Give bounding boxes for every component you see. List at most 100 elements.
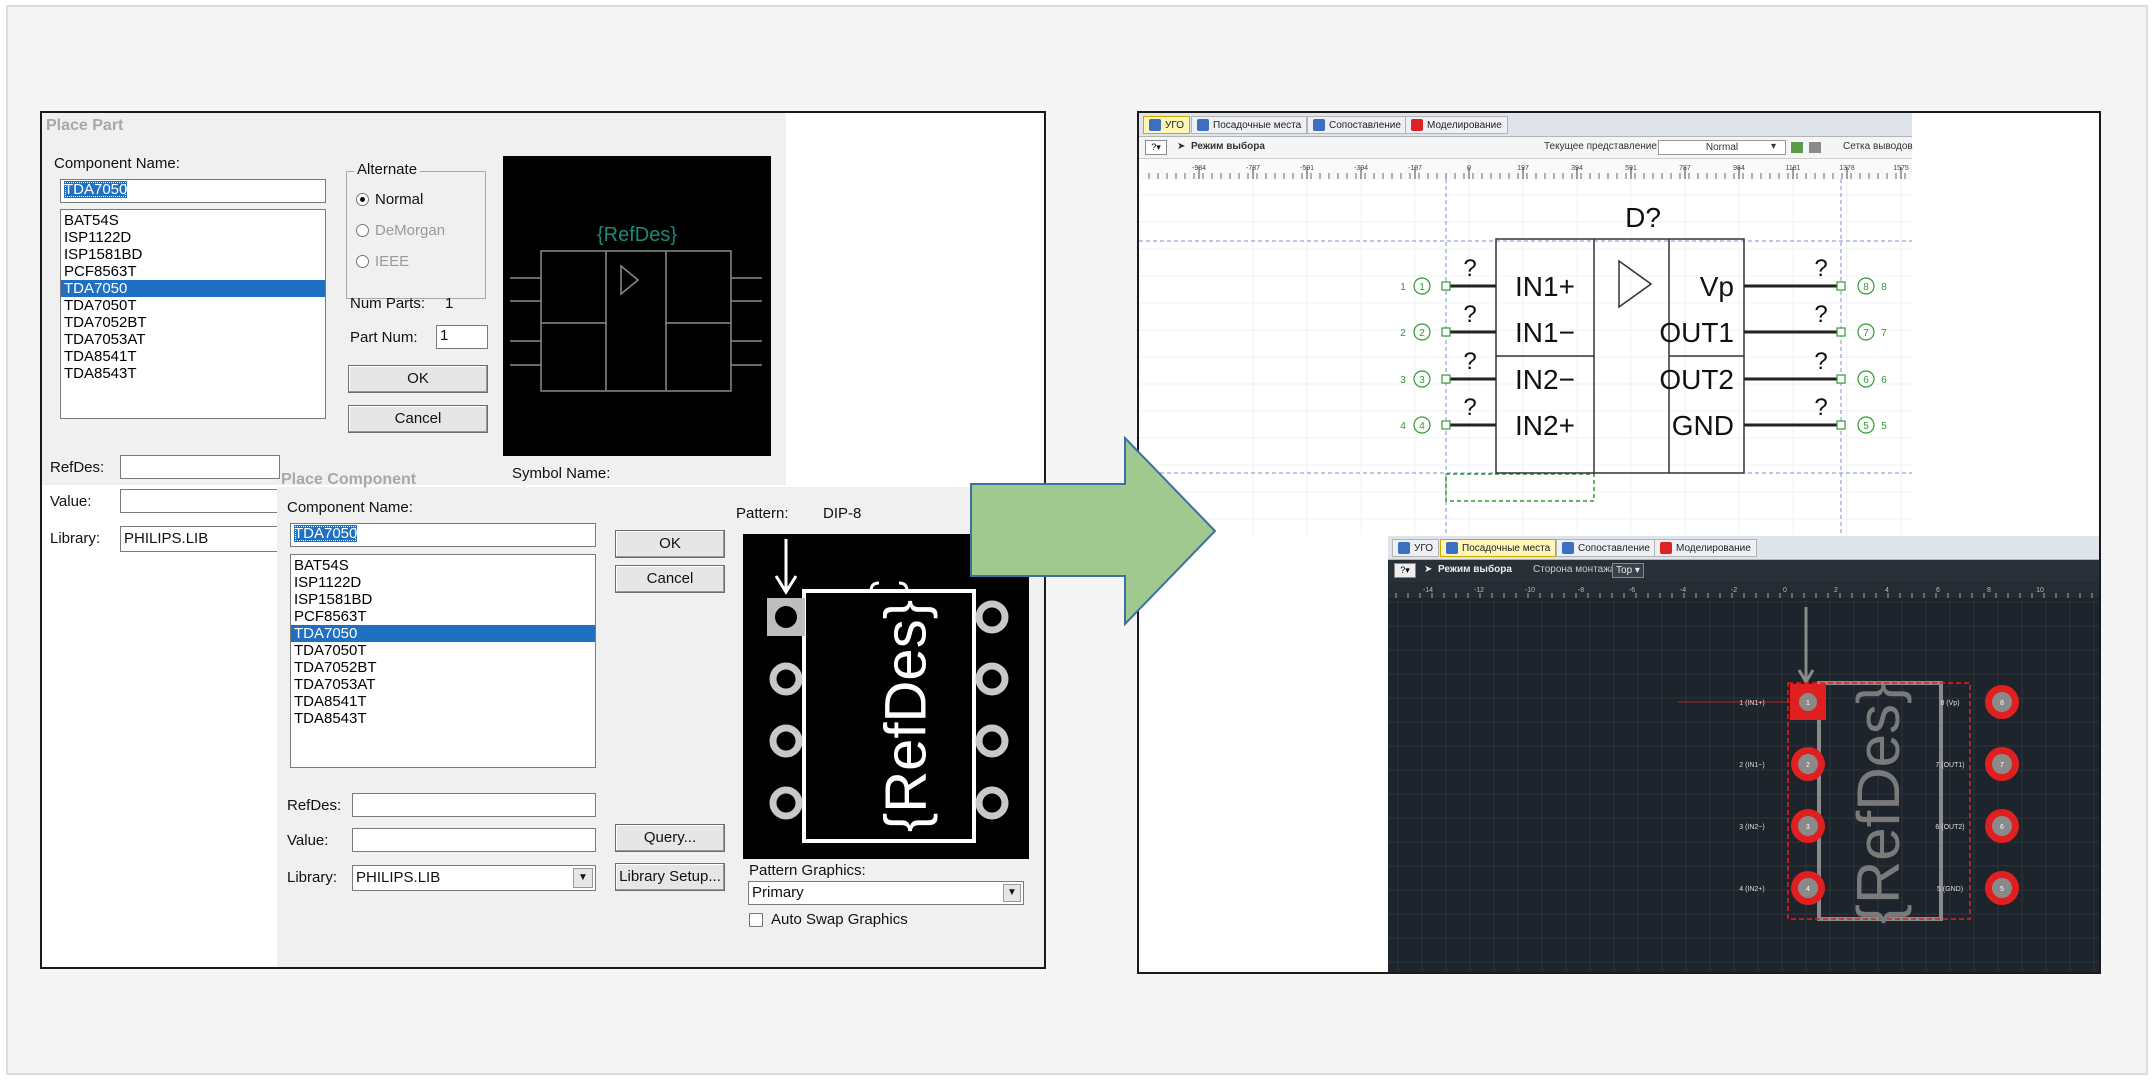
pin-number: 4 <box>1400 421 1406 432</box>
pp-list-item[interactable]: TDA7050T <box>61 297 325 314</box>
footprint-canvas[interactable]: -14 -12 -10 -8 -6 -4 -2 0 2 4 6 8 10 {RefDes} 1 1 (IN… <box>1388 582 2101 974</box>
view-dropdown-chevron-icon[interactable]: ▾ <box>1771 141 1776 152</box>
library-label: Library: <box>50 530 101 547</box>
pc-library-label: Library: <box>287 869 338 886</box>
fp-ruler-tick-label: -14 <box>1423 587 1433 594</box>
place-part-dialog: Place Part Component Name: TDA7050 BAT54… <box>42 113 786 485</box>
pc-value-input[interactable] <box>352 828 596 852</box>
mapping-tab-icon <box>1562 542 1574 554</box>
pc-list-item[interactable]: BAT54S <box>291 557 595 574</box>
pc-list-item[interactable]: TDA8541T <box>291 693 595 710</box>
cancel-button[interactable]: Cancel <box>348 405 488 433</box>
pin-number: 8 <box>1881 282 1887 293</box>
refdes-input[interactable] <box>120 455 280 479</box>
pc-cancel-button[interactable]: Cancel <box>615 565 725 593</box>
part-num-input[interactable]: 1 <box>436 325 488 349</box>
chevron-down-icon[interactable]: ▼ <box>573 868 593 888</box>
symbol-pins: 1 1? IN1+ 2 2? IN1− 3 3? IN2− 4 4? IN2+ 8 8? Vp 7 7? OUT1… <box>1400 255 1887 441</box>
transition-arrow-icon <box>970 436 1217 626</box>
pp-list-item[interactable]: PCF8563T <box>61 263 325 280</box>
chevron-down-icon[interactable]: ▼ <box>1003 884 1021 902</box>
tab-simulation[interactable]: Моделирование <box>1405 116 1508 134</box>
pointer-icon[interactable]: ➤ <box>1424 564 1432 575</box>
auto-swap-checkbox[interactable]: Auto Swap Graphics <box>749 911 908 928</box>
pc-component-name-input[interactable]: TDA7050 <box>290 523 596 547</box>
symbol-grid <box>1139 179 1912 535</box>
pp-list-item[interactable]: TDA7052BT <box>61 314 325 331</box>
pp-list-item[interactable]: BAT54S <box>61 212 325 229</box>
pp-list-item[interactable]: ISP1581BD <box>61 246 325 263</box>
pc-list-item[interactable]: TDA7050T <box>291 642 595 659</box>
fp-pad-label: 3 (IN2−) <box>1739 824 1764 831</box>
pc-list-item[interactable]: PCF8563T <box>291 608 595 625</box>
add-view-icon[interactable] <box>1791 142 1803 153</box>
fp-ruler-tick-label: 4 <box>1885 587 1889 594</box>
fp-tab-footprints[interactable]: Посадочные места <box>1440 539 1557 557</box>
ruler-tick-label: -984 <box>1192 165 1206 172</box>
footprint-editor: УГО Посадочные места Сопоставление Модел… <box>1388 536 2101 974</box>
library-setup-button[interactable]: Library Setup... <box>615 863 725 891</box>
pin-number: 1 <box>1400 282 1406 293</box>
fp-tab-ugo[interactable]: УГО <box>1392 539 1439 557</box>
help-icon[interactable]: ?▾ <box>1145 140 1167 155</box>
left-screenshot-panel: Place Part Component Name: TDA7050 BAT54… <box>40 111 1046 969</box>
fp-tab-simulation[interactable]: Моделирование <box>1654 539 1757 557</box>
pp-list-item[interactable]: TDA8543T <box>61 365 325 382</box>
component-list[interactable]: BAT54S ISP1122D ISP1581BD PCF8563T TDA7050 TD… <box>60 209 326 419</box>
fp-pad-label: 1 (IN1+) <box>1739 700 1764 707</box>
mount-side-select[interactable]: Top ▾ <box>1612 563 1644 578</box>
current-view-select[interactable]: Normal <box>1658 140 1786 155</box>
pointer-icon[interactable]: ➤ <box>1177 141 1185 152</box>
component-name-input[interactable]: TDA7050 <box>60 179 326 203</box>
pp-list-item[interactable]: ISP1122D <box>61 229 325 246</box>
pc-list-item[interactable]: TDA7050 <box>291 625 595 642</box>
pc-list-item[interactable]: TDA8543T <box>291 710 595 727</box>
pc-ok-button[interactable]: OK <box>615 530 725 558</box>
fp-ruler-tick-label: 10 <box>2036 587 2044 594</box>
pc-list-item[interactable]: ISP1122D <box>291 574 595 591</box>
tab-mapping[interactable]: Сопоставление <box>1307 116 1407 134</box>
radio-normal[interactable]: Normal <box>356 191 423 208</box>
pin-number: 7 <box>1881 328 1887 339</box>
place-part-lower <box>42 485 282 967</box>
pin-end-marker <box>1441 374 1451 384</box>
radio-demorgan[interactable]: DeMorgan <box>356 222 445 239</box>
ok-button[interactable]: OK <box>348 365 488 393</box>
help-icon[interactable]: ?▾ <box>1394 563 1416 578</box>
mount-side-label: Сторона монтажа <box>1533 564 1616 575</box>
library-input[interactable]: PHILIPS.LIB <box>120 526 280 552</box>
tab-footprints[interactable]: Посадочные места <box>1191 116 1308 134</box>
pc-list-item[interactable]: TDA7053AT <box>291 676 595 693</box>
value-input[interactable] <box>120 489 280 513</box>
pp-list-item[interactable]: TDA7050 <box>61 280 325 297</box>
pp-list-item[interactable]: TDA7053AT <box>61 331 325 348</box>
pc-library-select[interactable]: PHILIPS.LIB ▼ <box>352 865 596 891</box>
fp-pad-number: 1 <box>1806 700 1810 707</box>
delete-view-icon[interactable] <box>1809 142 1821 153</box>
pc-component-list[interactable]: BAT54S ISP1122D ISP1581BD PCF8563T TDA7050 TD… <box>290 554 596 768</box>
fp-ruler-tick-label: -8 <box>1578 587 1584 594</box>
fp-pad-number: 4 <box>1806 886 1810 893</box>
current-view-label: Текущее представление <box>1544 141 1657 152</box>
pin-number-circled: 8 <box>1863 282 1869 293</box>
ruler-tick-label: 984 <box>1733 165 1745 172</box>
footprint-tab-icon <box>1446 542 1458 554</box>
pin-number-circled: 4 <box>1419 421 1425 432</box>
pc-refdes-input[interactable] <box>352 793 596 817</box>
pattern-graphics-select[interactable]: Primary ▼ <box>748 881 1024 905</box>
pc-list-item[interactable]: TDA7052BT <box>291 659 595 676</box>
radio-ieee[interactable]: IEEE <box>356 253 409 270</box>
fp-tab-mapping[interactable]: Сопоставление <box>1556 539 1656 557</box>
pin-number: 2 <box>1400 328 1406 339</box>
num-parts-label: Num Parts: <box>350 295 426 312</box>
ruler-tick-label: -591 <box>1300 165 1314 172</box>
query-button[interactable]: Query... <box>615 824 725 852</box>
tab-ugo[interactable]: УГО <box>1143 116 1190 134</box>
pc-list-item[interactable]: ISP1581BD <box>291 591 595 608</box>
pp-list-item[interactable]: TDA8541T <box>61 348 325 365</box>
preview-body <box>540 250 732 392</box>
symbol-canvas[interactable]: -984 -787 -591 -394 -197 0 197 394 591 787 984 1181… <box>1139 159 1912 535</box>
checkbox-icon[interactable] <box>749 912 763 927</box>
right-screenshot-panel: УГО Посадочные места Сопоставление Модел… <box>1137 111 2101 974</box>
pin-name: OUT1 <box>1659 317 1734 348</box>
